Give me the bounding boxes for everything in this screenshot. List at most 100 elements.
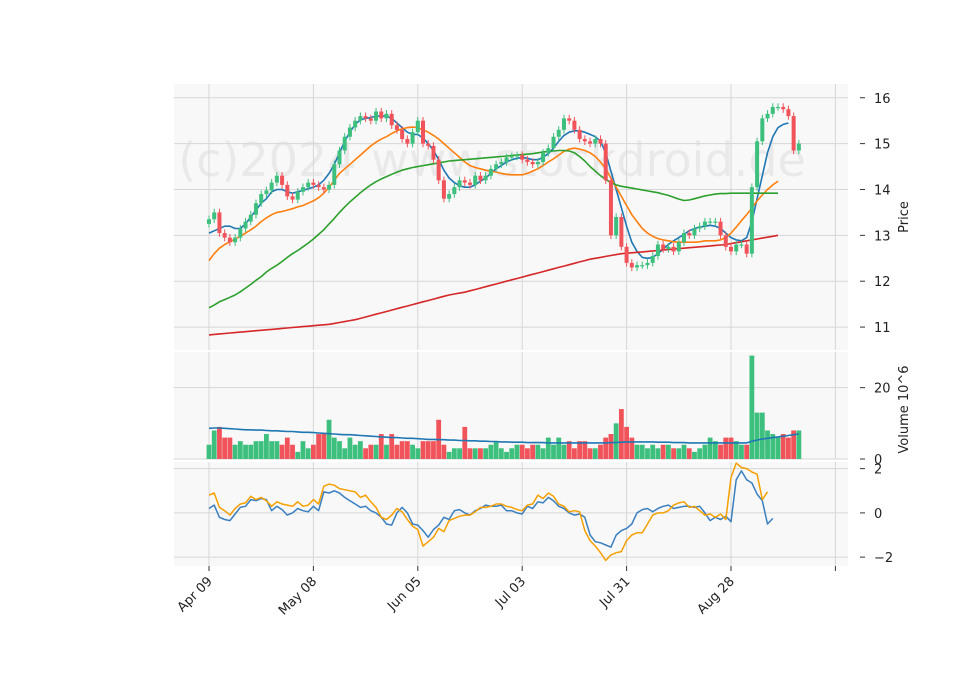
candle-body — [770, 106, 775, 114]
volume-bar — [650, 444, 656, 459]
candle-body — [238, 228, 243, 238]
osc-y-tick-label: 2 — [874, 463, 882, 478]
watermark-text: (c)2024 www.stockdroid.de — [178, 133, 806, 187]
volume-bar — [331, 437, 337, 459]
volume-bar — [399, 441, 405, 459]
volume-bar — [352, 444, 358, 459]
candle-body — [457, 180, 462, 188]
candle-body — [468, 182, 472, 185]
candle-body — [410, 132, 415, 144]
candle-body — [421, 120, 426, 144]
volume-bar — [556, 437, 562, 459]
volume-bar — [624, 426, 629, 459]
candle-body — [525, 159, 530, 162]
volume-bar — [629, 437, 635, 459]
volume-bar — [739, 444, 744, 459]
volume-bar — [697, 448, 703, 459]
volume-bar — [217, 426, 222, 459]
volume-bar — [279, 444, 285, 459]
candle-body — [374, 111, 379, 121]
volume-bar — [467, 448, 473, 459]
candle-body — [212, 212, 217, 220]
candle-body — [760, 118, 765, 142]
price-y-tick-label: 15 — [874, 138, 891, 153]
candle-body — [603, 143, 608, 181]
volume-bar — [451, 448, 457, 459]
volume-bar — [488, 444, 494, 459]
candle-body — [274, 175, 279, 183]
candle-body — [394, 125, 399, 130]
candle-body — [577, 129, 582, 140]
x-tick-label: May 08 — [276, 574, 320, 618]
candle-body — [311, 182, 316, 185]
volume-bar — [206, 444, 212, 459]
candle-body — [306, 182, 311, 188]
volume-bar — [728, 437, 734, 459]
oscillator-panel-bg — [174, 462, 848, 566]
volume-bar — [441, 444, 447, 459]
volume-bar — [598, 444, 603, 459]
volume-bar — [665, 444, 671, 459]
price-y-tick-label: 12 — [874, 275, 891, 290]
candle-body — [462, 180, 467, 183]
candle-body — [661, 244, 666, 250]
candle-body — [645, 262, 650, 266]
volume-bar — [232, 444, 238, 459]
candle-body — [650, 255, 655, 263]
volume-bar — [608, 434, 614, 459]
volume-bar — [425, 441, 431, 459]
candle-body — [353, 120, 358, 128]
candle-body — [796, 143, 801, 151]
candle-body — [285, 184, 290, 197]
candle-body — [509, 156, 514, 158]
candle-body — [499, 161, 504, 165]
candle-body — [702, 221, 707, 227]
volume-bar — [509, 448, 515, 459]
candle-body — [692, 228, 697, 236]
candle-body — [243, 221, 248, 229]
volume-bar — [498, 448, 504, 459]
price-panel-bg — [174, 84, 848, 350]
volume-bar — [237, 441, 243, 459]
candle-body — [765, 113, 770, 119]
candle-body — [567, 118, 572, 121]
volume-bar — [347, 437, 353, 459]
volume-bar — [514, 444, 520, 459]
volume-bar — [211, 430, 217, 459]
volume-bar — [759, 412, 765, 459]
candle-body — [588, 141, 593, 144]
volume-bar — [535, 444, 541, 459]
volume-bar — [478, 448, 483, 459]
volume-bar — [540, 448, 546, 459]
volume-bar — [357, 441, 363, 459]
volume-bar — [786, 437, 791, 459]
volume-bar — [525, 448, 530, 459]
volume-bar — [692, 451, 697, 459]
chart-svg: (c)2024 www.stockdroid.de Apr 09 May 08 Ju… — [174, 84, 912, 618]
candle-body — [295, 191, 300, 200]
candle-body — [781, 106, 786, 110]
volume-bar — [431, 441, 436, 459]
volume-bar — [410, 444, 415, 459]
volume-bar — [545, 437, 551, 459]
candle-body — [561, 118, 566, 130]
candle-body — [687, 233, 692, 236]
candle-body — [332, 164, 337, 185]
volume-bar — [686, 448, 692, 459]
candle-body — [530, 161, 535, 165]
candle-body — [400, 129, 405, 140]
volume-bar — [420, 441, 426, 459]
volume-bar — [754, 412, 760, 459]
candle-body — [415, 120, 420, 133]
candle-body — [441, 180, 446, 199]
volume-bar — [284, 437, 290, 459]
candle-body — [624, 246, 629, 263]
volume-bar — [671, 448, 676, 459]
volume-bar — [248, 444, 254, 459]
volume-bar — [603, 437, 609, 459]
volume-bar — [253, 441, 259, 459]
candle-body — [614, 217, 619, 236]
volume-bar — [712, 441, 718, 459]
candle-body — [744, 244, 749, 254]
volume-bar — [645, 448, 650, 459]
